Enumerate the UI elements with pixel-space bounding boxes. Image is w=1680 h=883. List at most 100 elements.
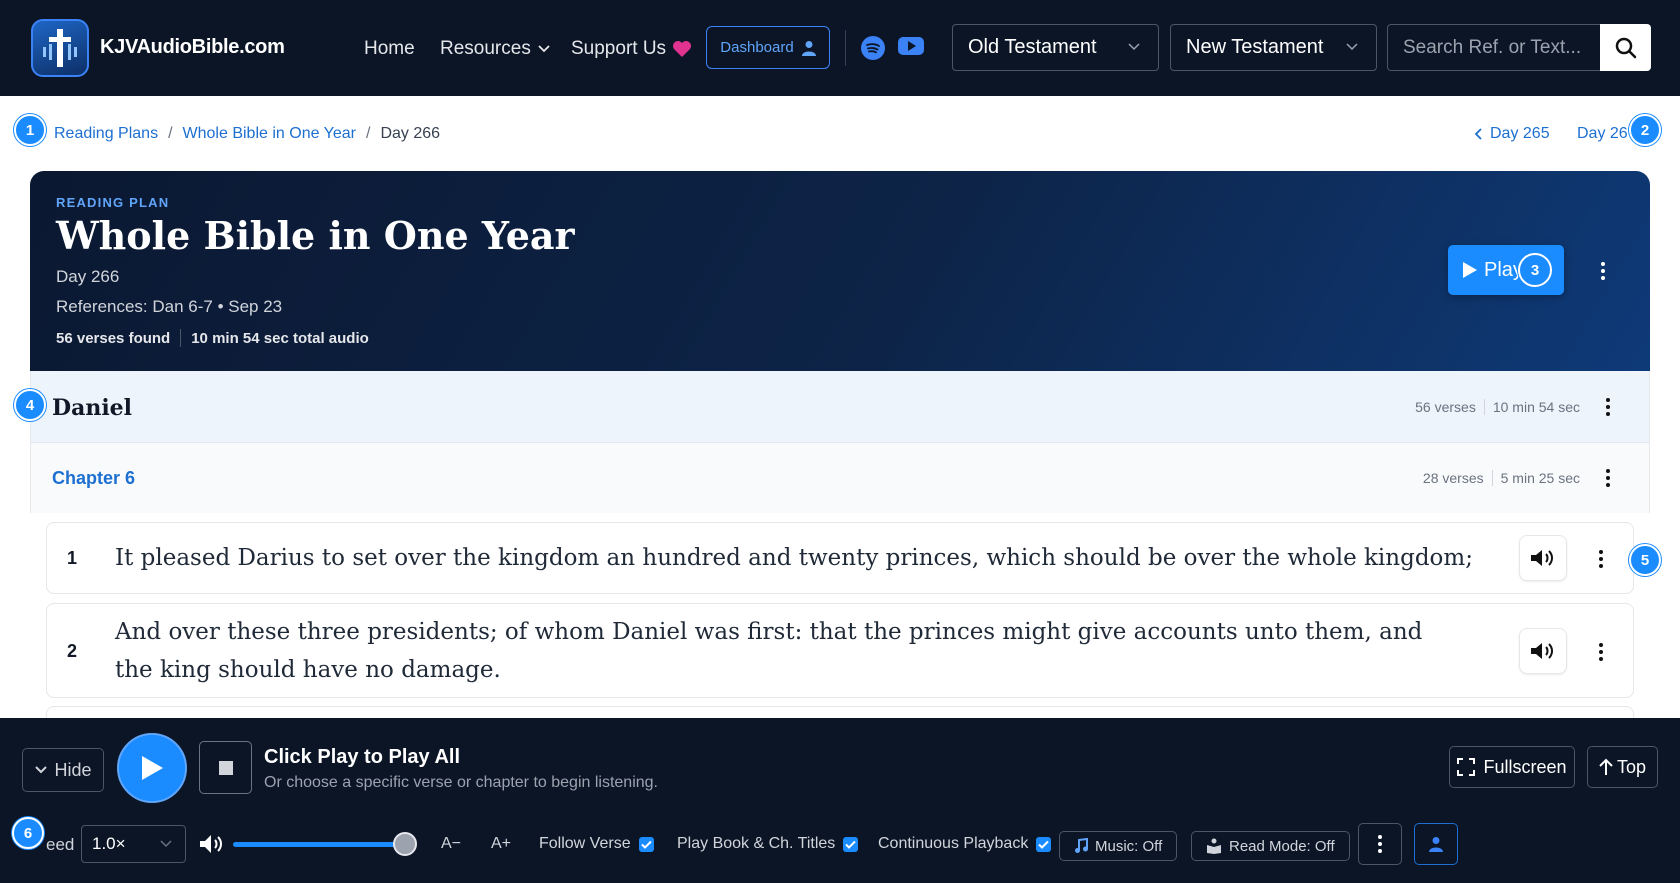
step-marker-6: 6 <box>12 817 44 849</box>
checkbox-checked-icon[interactable] <box>1036 836 1052 852</box>
volume-slider[interactable] <box>233 842 405 847</box>
play-all-button[interactable] <box>117 733 187 803</box>
book-more-icon[interactable] <box>1599 395 1617 419</box>
hero-more-icon[interactable] <box>1594 259 1612 283</box>
search-icon <box>1615 37 1636 58</box>
play-titles-toggle[interactable]: Play Book & Ch. Titles <box>677 835 859 853</box>
page-title: Whole Bible in One Year <box>56 213 575 258</box>
audio-player: Hide Click Play to Play All Or choose a … <box>0 718 1680 883</box>
breadcrumb-plan[interactable]: Whole Bible in One Year <box>183 125 356 143</box>
verse-number: 1 <box>67 548 78 568</box>
hero-day: Day 266 <box>56 267 120 286</box>
chevron-down-icon <box>1128 43 1140 51</box>
font-increase-button[interactable]: A+ <box>491 835 511 853</box>
next-day-link[interactable]: Day 26 <box>1577 125 1628 143</box>
speed-label: eed <box>46 835 75 854</box>
verse-play-button[interactable] <box>1519 628 1567 674</box>
verse-number: 2 <box>67 641 78 661</box>
volume-slider-handle[interactable] <box>393 832 417 856</box>
user-icon <box>801 40 816 56</box>
music-note-icon <box>1075 838 1088 853</box>
brand-name[interactable]: KJVAudioBible.com <box>100 36 285 59</box>
nav-support[interactable]: Support Us <box>571 38 692 60</box>
player-profile-button[interactable] <box>1414 823 1458 865</box>
logo-icon[interactable] <box>31 19 89 77</box>
fullscreen-button[interactable]: Fullscreen <box>1449 746 1575 788</box>
hero-meta: 56 verses found 10 min 54 sec total audi… <box>56 329 369 347</box>
verse-more-icon[interactable] <box>1592 640 1610 664</box>
chevron-down-icon <box>538 45 550 53</box>
verse-row[interactable]: 2 And over these three presidents; of wh… <box>46 603 1634 698</box>
step-marker-3: 3 <box>1518 253 1552 287</box>
search-input[interactable]: Search Ref. or Text... <box>1387 24 1600 71</box>
speed-select[interactable]: 1.0× <box>81 825 186 863</box>
play-icon <box>142 756 163 780</box>
play-icon <box>1463 262 1477 278</box>
nav-home[interactable]: Home <box>364 38 415 60</box>
player-title: Click Play to Play All <box>264 746 461 768</box>
breadcrumb-separator: / <box>365 125 371 142</box>
total-audio: 10 min 54 sec total audio <box>191 329 369 347</box>
hero-eyebrow: READING PLAN <box>56 195 170 210</box>
book-header: Daniel 56 verses 10 min 54 sec <box>30 371 1650 443</box>
breadcrumb: Reading Plans / Whole Bible in One Year … <box>54 125 440 143</box>
volume-icon[interactable] <box>199 833 225 855</box>
chevron-down-icon <box>160 840 172 848</box>
new-testament-select[interactable]: New Testament <box>1170 24 1377 71</box>
book-name: Daniel <box>52 395 133 421</box>
user-icon <box>1429 837 1443 852</box>
chapter-more-icon[interactable] <box>1599 466 1617 490</box>
font-decrease-button[interactable]: A− <box>441 835 461 853</box>
arrow-up-icon <box>1599 758 1613 775</box>
chapter-name[interactable]: Chapter 6 <box>52 468 135 489</box>
fullscreen-icon <box>1457 758 1476 776</box>
hero-references: References: Dan 6-7 • Sep 23 <box>56 297 283 316</box>
step-marker-4: 4 <box>14 389 46 421</box>
book-stats: 56 verses 10 min 54 sec <box>1415 399 1580 415</box>
speaker-icon <box>1531 550 1553 566</box>
dashboard-button[interactable]: Dashboard <box>706 26 830 69</box>
top-button[interactable]: Top <box>1587 746 1658 788</box>
step-marker-5: 5 <box>1629 544 1661 576</box>
youtube-icon[interactable] <box>898 36 924 61</box>
chapter-stats: 28 verses 5 min 25 sec <box>1422 470 1580 486</box>
verse-play-button[interactable] <box>1519 535 1567 581</box>
read-mode-toggle-button[interactable]: Read Mode: Off <box>1191 831 1350 861</box>
music-toggle-button[interactable]: Music: Off <box>1059 831 1178 861</box>
spotify-icon[interactable] <box>861 36 885 65</box>
player-subtitle: Or choose a specific verse or chapter to… <box>264 774 658 791</box>
heart-icon <box>673 41 692 57</box>
chevron-down-icon <box>35 766 48 774</box>
breadcrumb-current: Day 266 <box>380 125 441 142</box>
checkbox-checked-icon[interactable] <box>638 836 654 852</box>
step-marker-1: 1 <box>14 114 46 146</box>
reading-plan-hero: READING PLAN Whole Bible in One Year Day… <box>30 171 1650 371</box>
verse-text: And over these three presidents; of whom… <box>115 619 1423 683</box>
more-icon <box>1371 832 1389 856</box>
verses-found: 56 verses found <box>56 329 171 347</box>
chevron-down-icon <box>1346 43 1358 51</box>
top-navbar: KJVAudioBible.com Home Resources Support… <box>0 0 1680 96</box>
player-more-button[interactable] <box>1358 823 1402 865</box>
continuous-playback-toggle[interactable]: Continuous Playback <box>878 835 1052 853</box>
stop-button[interactable] <box>199 741 252 794</box>
follow-verse-toggle[interactable]: Follow Verse <box>539 835 654 853</box>
nav-divider <box>845 30 846 66</box>
chevron-left-icon <box>1474 128 1482 140</box>
hide-player-button[interactable]: Hide <box>22 748 104 792</box>
breadcrumb-separator: / <box>168 125 173 142</box>
step-marker-2: 2 <box>1629 114 1661 146</box>
nav-resources[interactable]: Resources <box>440 38 551 60</box>
verse-row[interactable]: 1 It pleased Darius to set over the king… <box>46 522 1634 594</box>
old-testament-select[interactable]: Old Testament <box>952 24 1159 71</box>
verse-text: It pleased Darius to set over the kingdo… <box>115 545 1473 571</box>
verse-more-icon[interactable] <box>1592 547 1610 571</box>
book-reader-icon <box>1207 838 1221 854</box>
stop-icon <box>218 760 233 775</box>
speaker-icon <box>1531 643 1553 659</box>
prev-day-link[interactable]: Day 265 <box>1474 125 1550 143</box>
checkbox-checked-icon[interactable] <box>843 836 859 852</box>
chapter-header: Chapter 6 28 verses 5 min 25 sec <box>30 443 1650 513</box>
search-button[interactable] <box>1600 24 1651 71</box>
breadcrumb-reading-plans[interactable]: Reading Plans <box>54 125 158 143</box>
